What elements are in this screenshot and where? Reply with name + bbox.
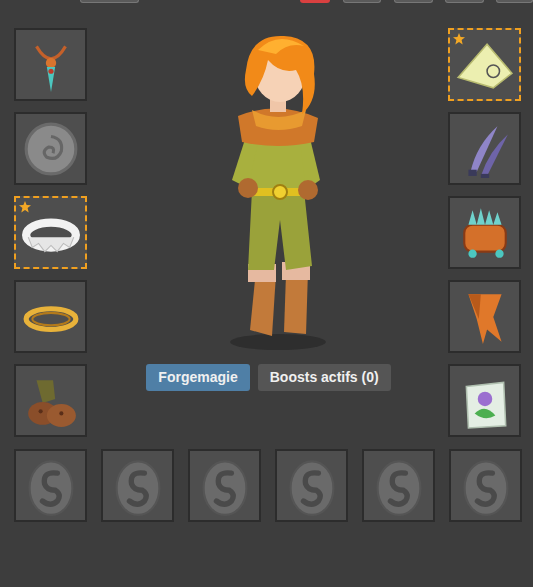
cape-icon [456,288,514,346]
top-tab[interactable] [343,0,381,3]
equipment-slot[interactable] [14,364,87,437]
top-tabs [0,0,533,28]
slot-item [22,36,80,94]
egg-icon [282,456,342,516]
belt-icon [22,288,80,346]
equipment-slot[interactable] [448,112,521,185]
star-icon [453,33,465,45]
button-label: Boosts actifs (0) [270,367,379,388]
character-area: Forgemagie Boosts actifs (0) [87,28,448,437]
boosts-button[interactable]: Boosts actifs (0) [258,364,391,391]
equipment-slot[interactable] [448,196,521,269]
pet-slots [14,449,533,522]
equipment-slot[interactable] [448,280,521,353]
pet-slot[interactable] [101,449,174,522]
hat-icon [456,36,514,94]
pet-slot[interactable] [188,449,261,522]
boots-icon [22,372,80,430]
daggers-icon [456,120,514,178]
slot-item [22,120,80,178]
pet-slot[interactable] [275,449,348,522]
top-tab[interactable] [80,0,139,3]
equipment-slot[interactable] [14,28,87,101]
slot-item [456,120,514,178]
equipment-slot[interactable] [14,280,87,353]
egg-icon [456,456,516,516]
star-icon [19,201,31,213]
equipment-slot[interactable] [14,196,87,269]
button-label: Forgemagie [158,367,237,388]
egg-icon [21,456,81,516]
slot-item [456,36,514,94]
top-tab[interactable] [300,0,330,3]
character-icon [168,30,368,352]
amulet-icon [22,36,80,94]
slot-item [456,372,514,430]
top-tab[interactable] [496,0,533,3]
slot-item [456,288,514,346]
pet-slot[interactable] [449,449,522,522]
ring-icon [22,204,80,262]
slot-item [22,372,80,430]
egg-icon [369,456,429,516]
equipment-panel: Forgemagie Boosts actifs (0) [0,0,533,587]
pet-icon [456,204,514,262]
action-buttons: Forgemagie Boosts actifs (0) [146,364,390,391]
slot-item [22,288,80,346]
equipment-slot[interactable] [14,112,87,185]
equipment-slot[interactable] [448,364,521,437]
top-tab[interactable] [394,0,433,3]
egg-icon [195,456,255,516]
bag-icon [456,372,514,430]
left-slots [14,28,87,437]
forgemagie-button[interactable]: Forgemagie [146,364,249,391]
character-figure [168,30,368,352]
shield-icon [22,120,80,178]
equipment-slot[interactable] [448,28,521,101]
pet-slot[interactable] [14,449,87,522]
slot-item [456,204,514,262]
egg-icon [108,456,168,516]
slot-item [22,204,80,262]
pet-slot[interactable] [362,449,435,522]
top-tab[interactable] [445,0,483,3]
right-slots [448,28,521,437]
